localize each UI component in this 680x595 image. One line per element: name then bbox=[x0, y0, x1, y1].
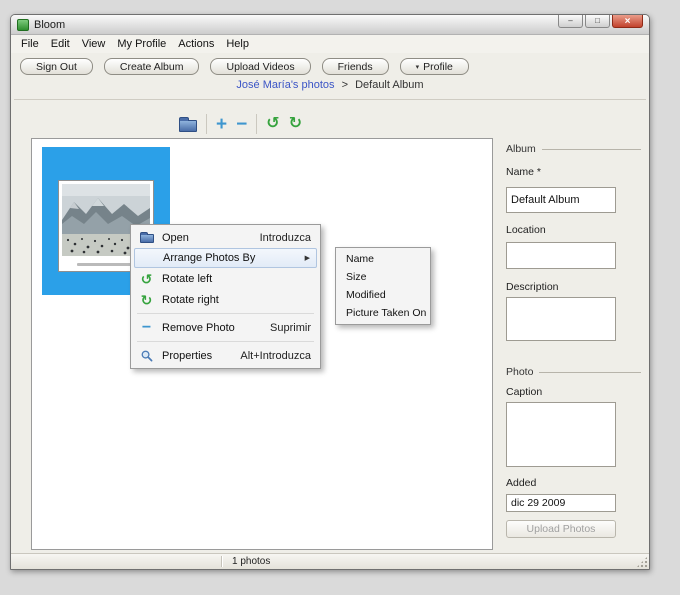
profile-button-label: Profile bbox=[423, 60, 453, 73]
add-photo-icon[interactable]: + bbox=[216, 115, 227, 134]
create-album-button[interactable]: Create Album bbox=[103, 58, 200, 75]
context-menu-item-open[interactable]: Open Introduzca bbox=[133, 227, 318, 248]
menu-item-shortcut: Introduzca bbox=[259, 231, 311, 244]
window-controls: – □ × bbox=[558, 15, 643, 28]
rotate-left-icon[interactable]: ↺ bbox=[266, 116, 279, 132]
context-menu-item-rotate-right[interactable]: ↻ Rotate right bbox=[133, 289, 318, 310]
photo-caption-text bbox=[77, 263, 135, 266]
added-date-input[interactable] bbox=[506, 494, 616, 512]
profile-button[interactable]: ▾ Profile bbox=[399, 58, 469, 75]
breadcrumb-user-photos-link[interactable]: José María's photos bbox=[236, 79, 334, 91]
section-divider bbox=[541, 148, 641, 150]
description-label: Description bbox=[506, 281, 559, 293]
menu-item-label: Rotate right bbox=[162, 293, 219, 306]
name-label: Name * bbox=[506, 166, 542, 178]
menu-item-shortcut: Suprimir bbox=[270, 321, 311, 334]
sign-out-button[interactable]: Sign Out bbox=[20, 58, 93, 75]
album-section-header: Album bbox=[506, 143, 641, 155]
submenu-item-size[interactable]: Size bbox=[338, 268, 428, 286]
arrange-submenu: Name Size Modified Picture Taken On bbox=[335, 247, 431, 325]
menubar: File Edit View My Profile Actions Help bbox=[11, 35, 649, 53]
album-section-label: Album bbox=[506, 143, 536, 155]
caption-textarea[interactable] bbox=[506, 402, 616, 467]
window-title: Bloom bbox=[34, 18, 66, 31]
toolbar-divider bbox=[256, 114, 258, 134]
remove-icon: − bbox=[141, 318, 152, 336]
submenu-item-name[interactable]: Name bbox=[338, 250, 428, 268]
menu-my-profile[interactable]: My Profile bbox=[112, 37, 171, 51]
menu-item-label: Rotate left bbox=[162, 272, 213, 285]
breadcrumb: José María's photos > Default Album bbox=[11, 79, 649, 91]
toolbar-divider bbox=[206, 114, 207, 134]
remove-photo-icon[interactable]: − bbox=[236, 115, 247, 134]
description-textarea[interactable] bbox=[506, 297, 616, 341]
upload-videos-button[interactable]: Upload Videos bbox=[210, 58, 311, 75]
desktop: Bloom – □ × File Edit View My Profile Ac… bbox=[0, 0, 680, 595]
submenu-item-picture-taken-on[interactable]: Picture Taken On bbox=[338, 304, 428, 322]
menu-actions[interactable]: Actions bbox=[173, 37, 219, 51]
menu-edit[interactable]: Edit bbox=[46, 37, 75, 51]
menu-item-label: Open bbox=[162, 231, 189, 244]
context-menu-item-remove-photo[interactable]: − Remove Photo Suprimir bbox=[133, 317, 318, 338]
context-menu: Open Introduzca Arrange Photos By ▶ ↺ Ro… bbox=[130, 224, 321, 369]
photo-action-toolbar: + − ↺ ↻ bbox=[179, 112, 302, 136]
photo-section-header: Photo bbox=[506, 366, 641, 378]
rotate-right-icon[interactable]: ↻ bbox=[289, 116, 302, 132]
location-label: Location bbox=[506, 224, 546, 236]
bloom-window: Bloom – □ × File Edit View My Profile Ac… bbox=[10, 14, 650, 570]
separator-line bbox=[14, 99, 646, 100]
menu-help[interactable]: Help bbox=[221, 37, 254, 51]
section-divider bbox=[539, 371, 641, 373]
open-icon bbox=[139, 232, 154, 243]
titlebar[interactable]: Bloom – □ × bbox=[11, 15, 649, 35]
menu-separator bbox=[137, 341, 314, 342]
location-input[interactable] bbox=[506, 242, 616, 269]
added-label: Added bbox=[506, 477, 537, 489]
close-button[interactable]: × bbox=[612, 15, 643, 28]
menu-item-label: Properties bbox=[162, 349, 213, 362]
album-name-input[interactable] bbox=[506, 187, 616, 213]
submenu-item-modified[interactable]: Modified bbox=[338, 286, 428, 304]
rotate-right-icon: ↻ bbox=[140, 291, 153, 308]
upload-photos-button[interactable]: Upload Photos bbox=[506, 520, 616, 538]
dropdown-caret-icon: ▾ bbox=[415, 63, 420, 71]
open-folder-icon[interactable] bbox=[179, 116, 197, 132]
context-menu-item-properties[interactable]: Properties Alt+Introduzca bbox=[133, 345, 318, 366]
app-icon bbox=[17, 18, 29, 31]
menu-item-label: Remove Photo bbox=[162, 321, 235, 334]
photo-count: 1 photos bbox=[232, 556, 271, 567]
toolbar: Sign Out Create Album Upload Videos Frie… bbox=[11, 53, 649, 78]
breadcrumb-separator: > bbox=[341, 79, 349, 91]
breadcrumb-current: Default Album bbox=[355, 79, 424, 91]
menu-file[interactable]: File bbox=[16, 37, 44, 51]
menu-separator bbox=[137, 313, 314, 314]
menu-item-label: Arrange Photos By bbox=[163, 252, 256, 264]
menu-item-shortcut: Alt+Introduzca bbox=[240, 349, 311, 362]
photo-section-label: Photo bbox=[506, 366, 534, 378]
magnifier-icon bbox=[141, 350, 153, 362]
maximize-button[interactable]: □ bbox=[585, 15, 610, 28]
friends-button[interactable]: Friends bbox=[321, 58, 389, 75]
context-menu-item-rotate-left[interactable]: ↺ Rotate left bbox=[133, 268, 318, 289]
rotate-left-icon: ↺ bbox=[140, 270, 153, 287]
submenu-arrow-icon: ▶ bbox=[304, 255, 310, 262]
menu-view[interactable]: View bbox=[77, 37, 111, 51]
context-menu-item-arrange-photos-by[interactable]: Arrange Photos By ▶ bbox=[134, 248, 317, 268]
statusbar: 1 photos bbox=[11, 553, 649, 569]
minimize-button[interactable]: – bbox=[558, 15, 583, 28]
statusbar-divider bbox=[221, 556, 222, 567]
resize-grip[interactable] bbox=[636, 556, 648, 568]
caption-label: Caption bbox=[506, 386, 543, 398]
